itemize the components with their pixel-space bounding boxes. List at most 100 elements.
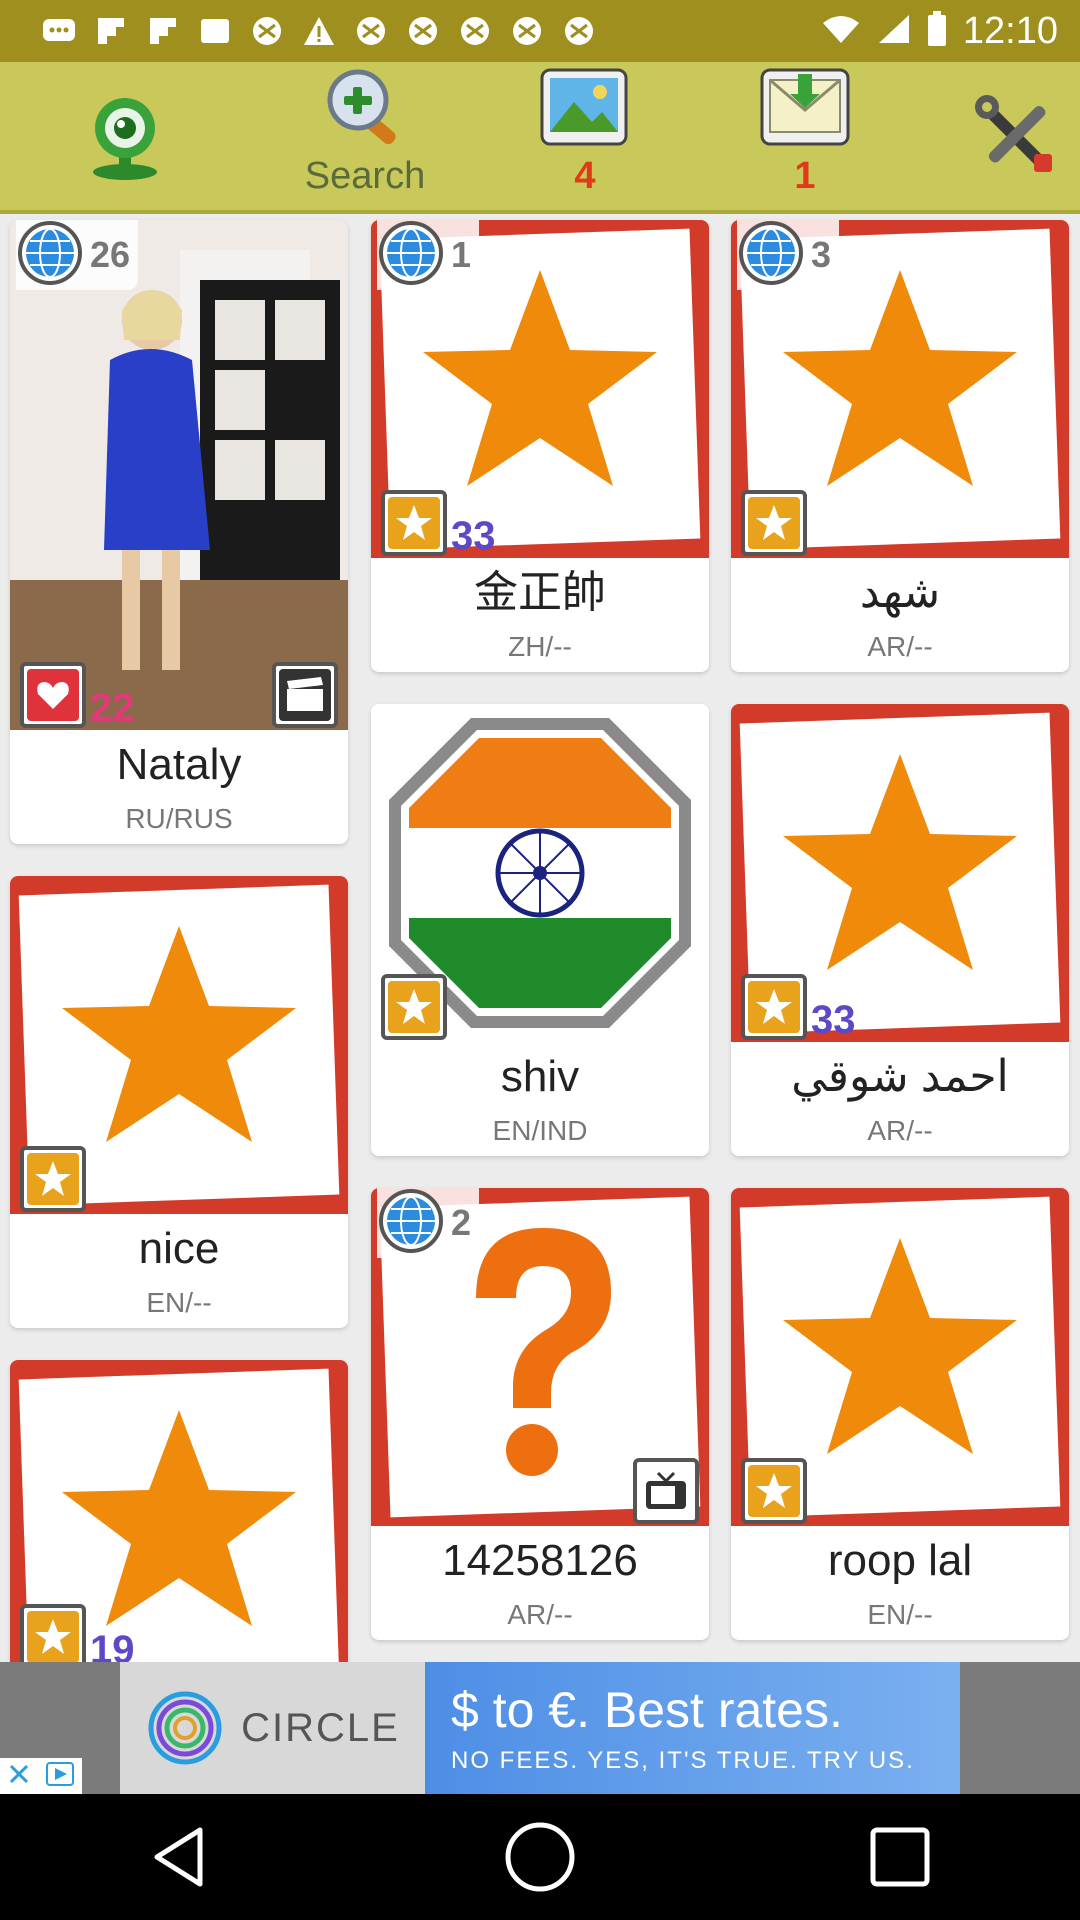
webcam-icon (85, 92, 165, 187)
profile-language: EN/-- (146, 1287, 212, 1318)
heart-badge: 22 (20, 662, 135, 728)
profile-card[interactable]: 26 22 Nataly RU/RUS (10, 220, 348, 844)
profile-card[interactable]: 2 14258126 AR/-- (371, 1188, 709, 1640)
profile-language: RU/RUS (125, 803, 233, 834)
system-nav-bar (0, 1794, 1080, 1920)
mail-icon (760, 66, 850, 151)
profile-name: Nataly (116, 740, 242, 789)
star-badge (741, 1458, 807, 1524)
photos-button[interactable]: 4 (540, 62, 630, 210)
soccer-icon (456, 14, 494, 48)
star-badge (381, 974, 447, 1040)
star-count: 19 (90, 1628, 135, 1662)
heart-count: 22 (90, 686, 135, 730)
profile-photo: 26 22 (10, 220, 348, 730)
recents-icon (870, 1827, 930, 1887)
soccer-icon (248, 14, 286, 48)
top-toolbar: Search 4 1 (0, 62, 1080, 214)
star-badge (741, 490, 807, 556)
profile-card[interactable]: 1 33 金正帥 ZH/-- (371, 220, 709, 672)
flipboard-icon (144, 14, 182, 48)
photos-count: 4 (574, 155, 596, 197)
profile-name: شهد (859, 568, 941, 617)
star-badge: 33 (381, 490, 496, 556)
globe-badge: 2 (377, 1188, 480, 1260)
small-star-icon (741, 974, 807, 1040)
star-count: 33 (811, 998, 856, 1042)
profile-grid: 26 22 Nataly RU/RUS 1 33 金正帥 ZH/-- 3 شهد… (0, 214, 1080, 1662)
status-bar: 12:10 (0, 0, 1080, 62)
message-icon (40, 14, 78, 48)
adchoices-icon[interactable] (45, 1761, 75, 1792)
messages-count: 1 (794, 155, 816, 197)
photos-icon (540, 66, 630, 151)
globe-icon (377, 1188, 445, 1260)
close-icon[interactable] (8, 1763, 30, 1790)
globe-count: 2 (451, 1202, 472, 1243)
soccer-icon (508, 14, 546, 48)
flipboard-icon (92, 14, 130, 48)
profile-language: EN/-- (867, 1599, 933, 1630)
recents-button[interactable] (840, 1797, 960, 1917)
tv-icon[interactable] (633, 1458, 699, 1524)
globe-badge: 1 (377, 220, 480, 290)
profile-name: nice (138, 1224, 220, 1273)
ad-copy: $ to €. Best rates. NO FEES. YES, IT'S T… (425, 1662, 960, 1794)
back-icon (154, 1827, 203, 1887)
back-button[interactable] (120, 1797, 240, 1917)
small-star-icon (20, 1604, 86, 1662)
star-badge: 33 (741, 974, 856, 1040)
soccer-icon (560, 14, 598, 48)
heart-icon (20, 662, 86, 728)
system-indicators: 12:10 (821, 0, 1058, 62)
globe-count: 26 (90, 234, 131, 275)
home-button[interactable] (480, 1797, 600, 1917)
soccer-icon (404, 14, 442, 48)
ad-close-controls[interactable] (0, 1758, 82, 1794)
small-star-icon (741, 1458, 807, 1524)
profile-card[interactable]: roop lal EN/-- (731, 1188, 1069, 1640)
soccer-icon (352, 14, 390, 48)
signal-icon (877, 13, 911, 50)
profile-card[interactable]: 33 احمد شوقي AR/-- (731, 704, 1069, 1156)
wifi-icon (821, 13, 861, 50)
small-star-icon (741, 490, 807, 556)
battery-icon (927, 10, 947, 52)
profile-avatar-star: 3 (731, 220, 1069, 558)
video-clapper-icon[interactable] (272, 662, 338, 728)
profile-name: roop lal (827, 1536, 973, 1585)
search-icon (320, 66, 410, 151)
profile-name: 金正帥 (474, 568, 606, 617)
circle-logo-icon (148, 1691, 222, 1765)
square-icon (196, 14, 234, 48)
ad-banner[interactable]: CIRCLE $ to €. Best rates. NO FEES. YES,… (0, 1662, 1080, 1794)
globe-count: 1 (451, 234, 472, 275)
profile-name: 14258126 (442, 1536, 638, 1585)
profile-language: EN/IND (492, 1115, 588, 1146)
profile-language: AR/-- (867, 631, 933, 662)
search-button[interactable]: Search (290, 62, 440, 210)
profile-card[interactable]: shiv EN/IND (371, 704, 709, 1156)
webcam-button[interactable] (80, 62, 170, 210)
settings-button[interactable] (970, 62, 1060, 210)
profile-avatar-flag (371, 704, 709, 1042)
profile-avatar-unknown: 2 (371, 1188, 709, 1526)
globe-count: 3 (811, 234, 832, 275)
small-star-icon (381, 490, 447, 556)
profile-language: AR/-- (507, 1599, 573, 1630)
profile-language: AR/-- (867, 1115, 933, 1146)
messages-button[interactable]: 1 (760, 62, 850, 210)
profile-avatar-star (731, 1188, 1069, 1526)
profile-card[interactable]: nice EN/-- (10, 876, 348, 1328)
profile-card[interactable]: 19 (10, 1360, 348, 1662)
globe-icon (737, 220, 805, 292)
star-badge (20, 1146, 86, 1212)
search-label: Search (304, 155, 426, 197)
clock: 12:10 (962, 9, 1058, 52)
profile-card[interactable]: 3 شهد AR/-- (731, 220, 1069, 672)
globe-badge: 3 (737, 220, 840, 292)
profile-avatar-star: 19 (10, 1360, 348, 1662)
profile-avatar-star: 33 (731, 704, 1069, 1042)
small-star-icon (381, 974, 447, 1040)
profile-language: ZH/-- (508, 631, 572, 662)
